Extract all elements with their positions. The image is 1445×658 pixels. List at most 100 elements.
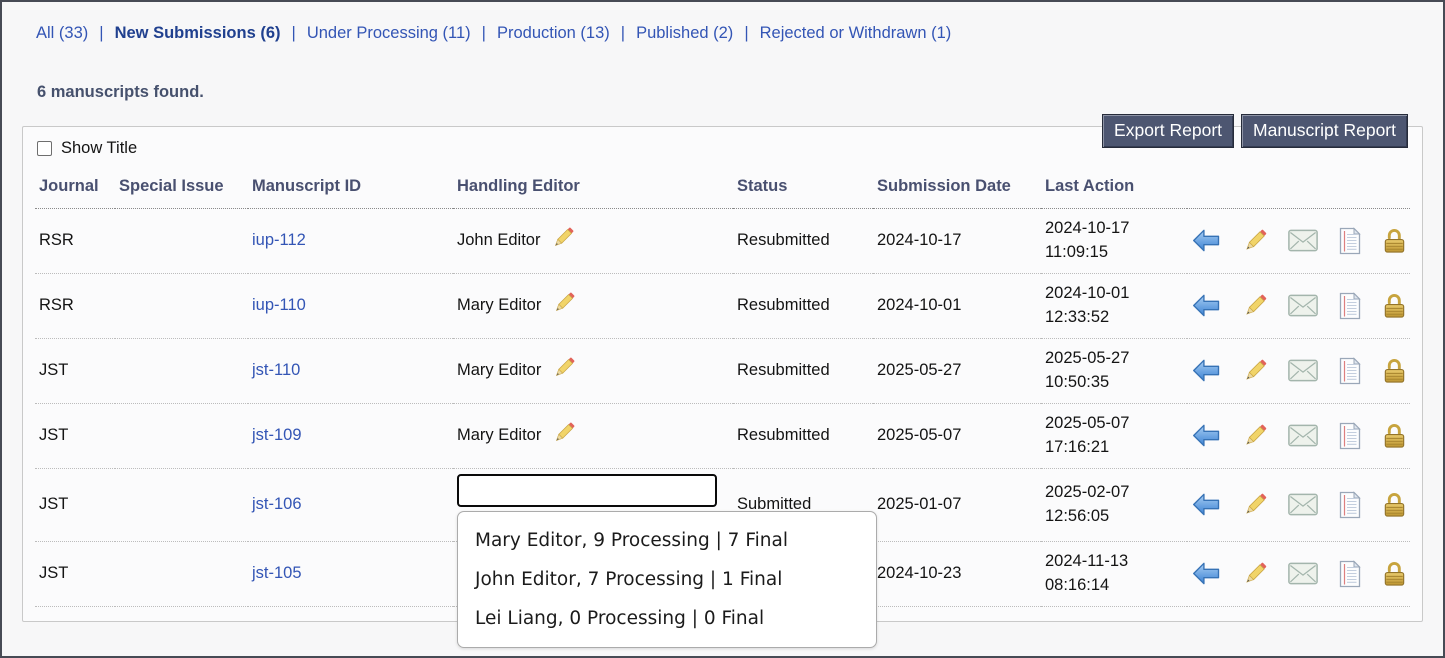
back-arrow-icon[interactable] — [1191, 228, 1221, 253]
envelope-icon[interactable] — [1288, 294, 1318, 317]
special-issue-cell — [115, 208, 248, 273]
col-actions — [1187, 166, 1410, 208]
results-panel: Show Title Journal Special Issue Manuscr… — [22, 126, 1423, 622]
back-arrow-icon[interactable] — [1191, 358, 1221, 383]
status-filter-nav: All (33) | New Submissions (6) | Under Proce… — [2, 2, 1443, 43]
edit-editor-pencil-icon[interactable] — [551, 355, 577, 386]
pencil-icon[interactable] — [1241, 491, 1269, 519]
special-issue-cell — [115, 273, 248, 338]
manuscript-report-button[interactable]: Manuscript Report — [1241, 114, 1408, 148]
filter-all[interactable]: All (33) — [36, 24, 88, 42]
pencil-icon[interactable] — [1241, 227, 1269, 255]
table-row: JST jst-106 Mary Editor, 9 Processing | … — [35, 468, 1410, 541]
export-report-button[interactable]: Export Report — [1102, 114, 1234, 148]
manuscript-id-link[interactable]: jst-105 — [252, 564, 302, 582]
back-arrow-icon[interactable] — [1191, 423, 1221, 448]
envelope-icon[interactable] — [1288, 562, 1318, 585]
handling-editor-name: John Editor — [457, 231, 540, 249]
status-cell: Resubmitted — [733, 403, 873, 468]
filter-under-processing[interactable]: Under Processing (11) — [307, 24, 471, 42]
unlock-icon[interactable] — [1381, 560, 1408, 588]
status-cell: Resubmitted — [733, 338, 873, 403]
pencil-icon[interactable] — [1241, 560, 1269, 588]
special-issue-cell — [115, 541, 248, 606]
last-action-cell: 2024-10-17 11:09:15 — [1045, 217, 1151, 265]
back-arrow-icon[interactable] — [1191, 492, 1221, 517]
envelope-icon[interactable] — [1288, 424, 1318, 447]
envelope-icon[interactable] — [1288, 359, 1318, 382]
journal-cell: JST — [35, 541, 115, 606]
last-action-cell: 2025-05-07 17:16:21 — [1045, 412, 1151, 460]
back-arrow-icon[interactable] — [1191, 561, 1221, 586]
unlock-icon[interactable] — [1381, 491, 1408, 519]
document-icon[interactable] — [1338, 227, 1362, 255]
editor-autocomplete: Mary Editor, 9 Processing | 7 Final John… — [457, 474, 729, 507]
show-title-checkbox[interactable] — [37, 141, 52, 156]
edit-editor-pencil-icon[interactable] — [551, 420, 577, 451]
status-cell: Resubmitted — [733, 273, 873, 338]
document-icon[interactable] — [1338, 560, 1362, 588]
col-special-issue: Special Issue — [115, 166, 248, 208]
table-row: RSR iup-112 John Editor Resubmitted 2024… — [35, 208, 1410, 273]
unlock-icon[interactable] — [1381, 292, 1408, 320]
editor-option[interactable]: Lei Liang, 0 Processing | 0 Final — [458, 599, 876, 638]
editor-option[interactable]: John Editor, 7 Processing | 1 Final — [458, 560, 876, 599]
col-status: Status — [733, 166, 873, 208]
nav-separator: | — [292, 24, 296, 42]
submission-date-cell: 2025-05-27 — [873, 338, 1041, 403]
document-icon[interactable] — [1338, 491, 1362, 519]
journal-cell: JST — [35, 338, 115, 403]
row-actions — [1187, 403, 1410, 468]
manuscript-id-link[interactable]: iup-112 — [252, 231, 306, 249]
unlock-icon[interactable] — [1381, 357, 1408, 385]
row-actions — [1187, 468, 1410, 541]
submission-date-cell: 2024-10-23 — [873, 541, 1041, 606]
manuscripts-page: All (33) | New Submissions (6) | Under Proce… — [0, 0, 1445, 658]
submission-date-cell: 2024-10-01 — [873, 273, 1041, 338]
document-icon[interactable] — [1338, 422, 1362, 450]
editor-option[interactable]: Mary Editor, 9 Processing | 7 Final — [458, 521, 876, 560]
handling-editor-name: Mary Editor — [457, 296, 541, 314]
document-icon[interactable] — [1338, 357, 1362, 385]
edit-editor-pencil-icon[interactable] — [550, 225, 576, 256]
table-header-row: Journal Special Issue Manuscript ID Hand… — [35, 166, 1410, 208]
nav-separator: | — [621, 24, 625, 42]
pencil-icon[interactable] — [1241, 292, 1269, 320]
last-action-cell: 2025-02-07 12:56:05 — [1045, 481, 1151, 529]
filter-production[interactable]: Production (13) — [497, 24, 610, 42]
manuscript-id-link[interactable]: jst-106 — [252, 495, 302, 513]
filter-rejected-withdrawn[interactable]: Rejected or Withdrawn (1) — [760, 24, 952, 42]
handling-editor-input[interactable] — [457, 474, 717, 507]
col-handling-editor: Handling Editor — [453, 166, 733, 208]
submission-date-cell: 2024-10-17 — [873, 208, 1041, 273]
edit-editor-pencil-icon[interactable] — [551, 290, 577, 321]
journal-cell: RSR — [35, 273, 115, 338]
handling-editor-name: Mary Editor — [457, 426, 541, 444]
col-manuscript-id: Manuscript ID — [248, 166, 453, 208]
nav-separator: | — [99, 24, 103, 42]
filter-new-submissions[interactable]: New Submissions (6) — [115, 24, 281, 42]
pencil-icon[interactable] — [1241, 422, 1269, 450]
filter-published[interactable]: Published (2) — [636, 24, 733, 42]
unlock-icon[interactable] — [1381, 422, 1408, 450]
manuscript-id-link[interactable]: iup-110 — [252, 296, 306, 314]
envelope-icon[interactable] — [1288, 493, 1318, 516]
manuscripts-table: Journal Special Issue Manuscript ID Hand… — [35, 166, 1410, 607]
unlock-icon[interactable] — [1381, 227, 1408, 255]
journal-cell: JST — [35, 468, 115, 541]
col-last-action: Last Action — [1041, 166, 1187, 208]
manuscript-id-link[interactable]: jst-109 — [252, 426, 302, 444]
manuscript-id-link[interactable]: jst-110 — [252, 361, 300, 379]
col-submission-date: Submission Date — [873, 166, 1041, 208]
nav-separator: | — [744, 24, 748, 42]
pencil-icon[interactable] — [1241, 357, 1269, 385]
document-icon[interactable] — [1338, 292, 1362, 320]
journal-cell: RSR — [35, 208, 115, 273]
nav-separator: | — [482, 24, 486, 42]
last-action-cell: 2024-11-13 08:16:14 — [1045, 550, 1151, 598]
back-arrow-icon[interactable] — [1191, 293, 1221, 318]
row-actions — [1187, 541, 1410, 606]
table-row: JST jst-110 Mary Editor Resubmitted 2025… — [35, 338, 1410, 403]
handling-editor-name: Mary Editor — [457, 361, 541, 379]
envelope-icon[interactable] — [1288, 229, 1318, 252]
